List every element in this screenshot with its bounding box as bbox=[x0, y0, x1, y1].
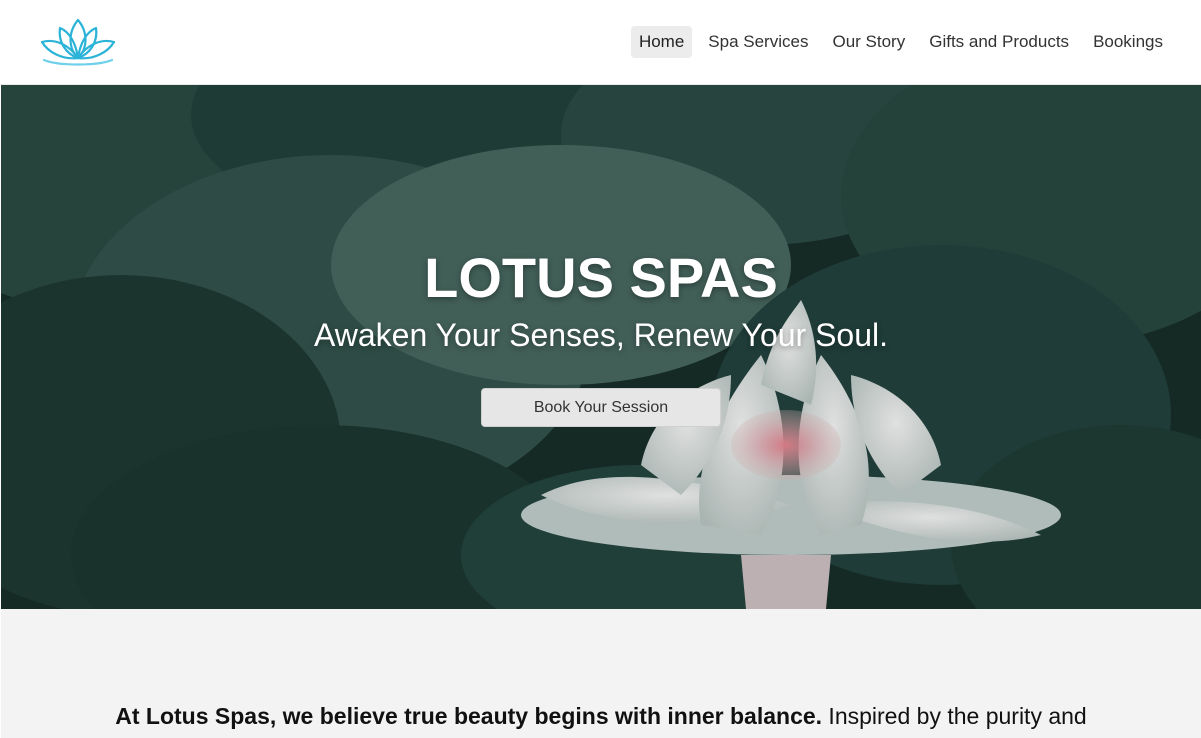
about-intro-bold: At Lotus Spas, we believe true beauty be… bbox=[115, 703, 823, 729]
hero-subtitle: Awaken Your Senses, Renew Your Soul. bbox=[313, 317, 889, 353]
main-nav: Home Spa Services Our Story Gifts and Pr… bbox=[630, 26, 1171, 58]
book-session-button[interactable]: Book Your Session bbox=[481, 388, 721, 427]
nav-item-gifts-and-products[interactable]: Gifts and Products bbox=[921, 26, 1077, 58]
hero-title: LOTUS SPAS bbox=[424, 246, 778, 309]
nav-item-bookings[interactable]: Bookings bbox=[1085, 26, 1171, 58]
hero-content: LOTUS SPAS Awaken Your Senses, Renew You… bbox=[1, 85, 1201, 609]
nav-item-home[interactable]: Home bbox=[630, 26, 693, 58]
about-section: At Lotus Spas, we believe true beauty be… bbox=[1, 609, 1201, 738]
lotus-logo-icon[interactable] bbox=[38, 14, 118, 66]
about-intro-text: At Lotus Spas, we believe true beauty be… bbox=[1, 703, 1201, 730]
hero-banner: LOTUS SPAS Awaken Your Senses, Renew You… bbox=[1, 85, 1201, 609]
nav-item-spa-services[interactable]: Spa Services bbox=[700, 26, 816, 58]
about-intro-rest: Inspired by the purity and bbox=[822, 703, 1087, 729]
nav-item-our-story[interactable]: Our Story bbox=[824, 26, 913, 58]
site-header: Home Spa Services Our Story Gifts and Pr… bbox=[0, 0, 1201, 85]
